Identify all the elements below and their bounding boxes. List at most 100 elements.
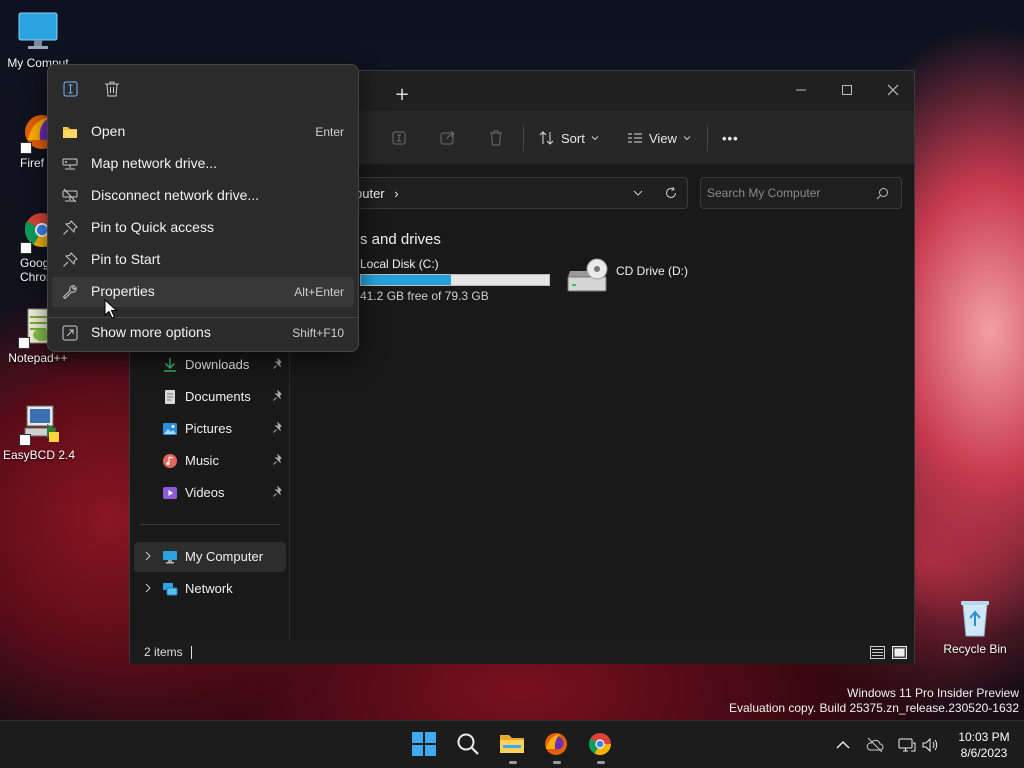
search-button[interactable] bbox=[455, 731, 483, 759]
show-more-icon bbox=[62, 325, 78, 341]
ethernet-icon bbox=[898, 738, 916, 752]
rename-button[interactable] bbox=[391, 125, 409, 151]
onedrive-status[interactable] bbox=[865, 735, 885, 755]
drive-usage-bar bbox=[360, 274, 550, 286]
menu-item-label: Properties bbox=[91, 283, 155, 299]
shortcut-arrow-icon bbox=[20, 142, 32, 154]
menu-item-label: Disconnect network drive... bbox=[91, 187, 260, 203]
address-box[interactable]: puter › bbox=[330, 177, 688, 209]
menu-item-label: Map network drive... bbox=[91, 155, 218, 171]
cd-drive-icon bbox=[567, 258, 608, 292]
address-segment[interactable]: puter bbox=[355, 186, 385, 201]
sort-label: Sort bbox=[561, 130, 585, 146]
desktop-icon-label: Notepad++ bbox=[8, 351, 68, 365]
breadcrumb-separator[interactable]: › bbox=[394, 186, 398, 201]
details-view-icon[interactable] bbox=[870, 646, 885, 659]
videos-icon bbox=[163, 487, 177, 499]
close-button[interactable] bbox=[870, 75, 916, 105]
menu-item-pin-to-start[interactable]: Pin to Start bbox=[52, 245, 354, 275]
new-tab-button[interactable]: + bbox=[390, 84, 414, 108]
cloud-offline-icon bbox=[866, 737, 884, 753]
network-icon bbox=[163, 583, 178, 596]
mouse-cursor-icon bbox=[104, 299, 118, 319]
menu-item-pin-quick-access[interactable]: Pin to Quick access bbox=[52, 213, 354, 243]
start-button[interactable] bbox=[411, 731, 439, 759]
chevron-up-icon bbox=[836, 741, 850, 749]
clock[interactable]: 10:03 PM 8/6/2023 bbox=[948, 729, 1020, 761]
chevron-down-icon bbox=[591, 136, 599, 141]
recycle-bin-icon bbox=[953, 596, 997, 640]
search-icon bbox=[876, 188, 888, 200]
file-explorer-taskbar-button[interactable] bbox=[499, 731, 527, 764]
nav-item-label: Music bbox=[185, 453, 219, 468]
drive-tile-c[interactable]: Local Disk (C:) 41.2 GB free of 79.3 GB bbox=[360, 257, 552, 307]
menu-item-label: Pin to Start bbox=[91, 251, 161, 267]
trash-icon bbox=[490, 130, 502, 146]
nav-item-music[interactable]: Music bbox=[134, 446, 286, 476]
nav-item-documents[interactable]: Documents bbox=[134, 382, 286, 412]
drive-tile-d[interactable]: CD Drive (D:) bbox=[564, 257, 704, 297]
network-status[interactable] bbox=[897, 735, 917, 755]
context-menu-quick-actions bbox=[48, 65, 358, 113]
nav-item-label: My Computer bbox=[185, 549, 264, 564]
drive-usage-fill bbox=[361, 275, 452, 285]
pin-icon bbox=[63, 252, 78, 267]
chrome-taskbar-button[interactable] bbox=[587, 731, 615, 764]
easybcd-icon bbox=[17, 402, 61, 446]
rename-button[interactable] bbox=[62, 79, 82, 99]
maximize-button[interactable] bbox=[824, 75, 870, 105]
pin-icon bbox=[273, 486, 282, 497]
desktop-icon-easybcd[interactable]: EasyBCD 2.4 bbox=[1, 402, 77, 462]
refresh-icon bbox=[666, 186, 676, 198]
close-icon bbox=[887, 84, 899, 96]
firefox-taskbar-button[interactable] bbox=[543, 731, 571, 764]
wrench-icon bbox=[62, 285, 77, 300]
delete-button[interactable] bbox=[102, 79, 122, 99]
chevron-right-icon bbox=[145, 583, 151, 593]
nav-item-label: Downloads bbox=[185, 357, 250, 372]
search-input[interactable] bbox=[707, 184, 867, 202]
desktop-icon-label: EasyBCD 2.4 bbox=[2, 448, 76, 462]
monitor-icon bbox=[16, 10, 60, 54]
context-menu: Open Enter Map network drive... Disconne… bbox=[47, 64, 359, 352]
nav-item-pictures[interactable]: Pictures bbox=[134, 414, 286, 444]
desktop-icon-my-computer[interactable]: My Comput bbox=[0, 10, 76, 70]
search-box[interactable] bbox=[700, 177, 902, 209]
desktop-icon-label: Recycle Bin bbox=[943, 642, 1007, 656]
windows-logo-icon bbox=[412, 732, 436, 756]
desktop-icon-recycle-bin[interactable]: Recycle Bin bbox=[937, 596, 1013, 656]
shortcut-arrow-icon bbox=[20, 242, 32, 254]
nav-item-downloads[interactable]: Downloads bbox=[134, 350, 286, 380]
music-icon bbox=[163, 454, 177, 468]
menu-item-map-network-drive[interactable]: Map network drive... bbox=[52, 149, 354, 179]
clock-time: 10:03 PM bbox=[958, 730, 1010, 744]
sort-button[interactable]: Sort bbox=[539, 125, 599, 151]
nav-item-label: Videos bbox=[185, 485, 225, 500]
volume-button[interactable] bbox=[920, 735, 940, 755]
minimize-button[interactable] bbox=[778, 75, 824, 105]
nav-item-network[interactable]: Network bbox=[134, 574, 286, 604]
more-options-button[interactable]: ••• bbox=[722, 125, 739, 151]
menu-item-label: Pin to Quick access bbox=[91, 219, 214, 235]
menu-item-show-more-options[interactable]: Show more options Shift+F10 bbox=[52, 318, 354, 348]
nav-item-my-computer[interactable]: My Computer bbox=[134, 542, 286, 572]
delete-button[interactable] bbox=[487, 125, 505, 151]
speaker-icon bbox=[922, 737, 938, 753]
address-path: puter › bbox=[355, 186, 399, 201]
more-icon: ••• bbox=[722, 130, 739, 146]
menu-item-shortcut: Shift+F10 bbox=[292, 326, 344, 340]
show-hidden-icons-button[interactable] bbox=[833, 735, 853, 755]
nav-item-videos[interactable]: Videos bbox=[134, 478, 286, 508]
chevron-down-icon bbox=[683, 136, 691, 141]
menu-item-properties[interactable]: Properties Alt+Enter bbox=[52, 277, 354, 307]
view-button[interactable]: View bbox=[627, 125, 691, 151]
share-button[interactable] bbox=[439, 125, 457, 151]
menu-item-open[interactable]: Open Enter bbox=[52, 117, 354, 147]
item-count: 2 items bbox=[144, 645, 183, 659]
clock-date: 8/6/2023 bbox=[960, 746, 1008, 760]
taskbar: 10:03 PM 8/6/2023 bbox=[0, 720, 1024, 768]
tiles-view-icon[interactable] bbox=[892, 646, 907, 659]
disconnect-drive-icon bbox=[62, 188, 78, 203]
running-indicator bbox=[553, 761, 561, 764]
menu-item-disconnect-network-drive[interactable]: Disconnect network drive... bbox=[52, 181, 354, 211]
